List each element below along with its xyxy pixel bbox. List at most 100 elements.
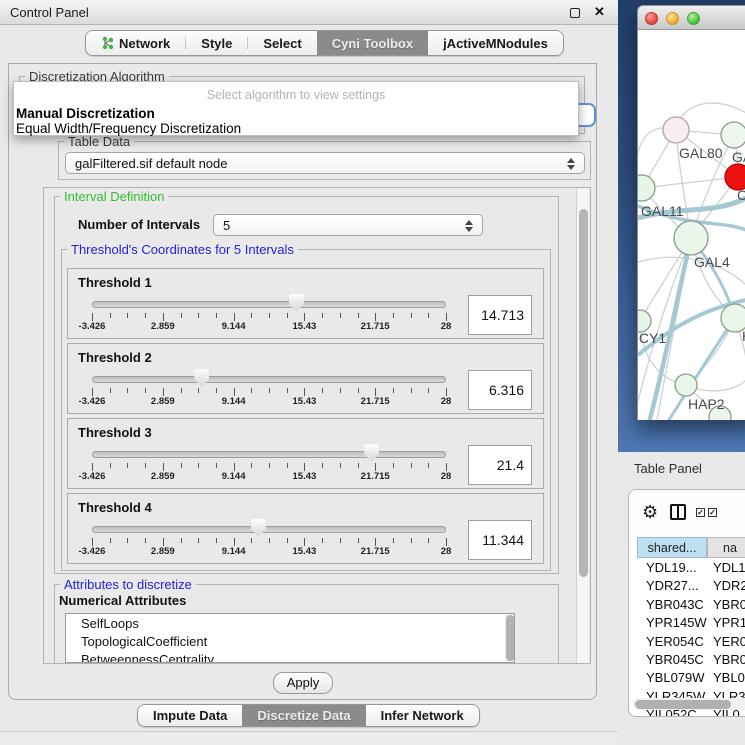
slider-tick <box>269 313 270 318</box>
slider-tick-label: 9.144 <box>222 396 246 407</box>
attribute-list-item[interactable]: SelfLoops <box>66 614 514 632</box>
tab-infer-network[interactable]: Infer Network <box>366 705 479 726</box>
tab-jactivemnodules[interactable]: jActiveMNodules <box>428 31 563 55</box>
apply-button[interactable]: Apply <box>273 672 333 694</box>
network-canvas[interactable]: GAL80GACGAL11GAL4GCY1HHAP2 <box>637 30 745 420</box>
checkbox-icon[interactable]: ✓ <box>708 508 717 517</box>
algorithm-option-manual[interactable]: Manual Discretization <box>16 106 155 121</box>
table-scrollbar-thumb[interactable] <box>635 700 731 709</box>
threshold-value-field[interactable]: 6.316 <box>468 370 532 410</box>
slider-tick <box>198 463 199 468</box>
slider-tick <box>198 313 199 318</box>
network-tab-icon <box>101 36 114 50</box>
slider-tick <box>428 538 429 543</box>
slider-tick <box>393 463 394 468</box>
tab-network[interactable]: Network <box>86 31 185 55</box>
tab-label: Impute Data <box>153 708 227 723</box>
algorithm-dropdown-popup: Select algorithm to view settings Manual… <box>13 81 579 136</box>
attribute-list-item[interactable]: TopologicalCoefficient <box>66 632 514 650</box>
slider-tick <box>145 463 146 468</box>
slider-tick <box>322 463 323 468</box>
threshold-label: Threshold 4 <box>78 500 152 515</box>
threshold-slider-track[interactable] <box>92 451 446 458</box>
slider-tick-label: 2.859 <box>151 396 175 407</box>
network-node[interactable] <box>638 175 655 201</box>
table-row[interactable]: YPR145WYPR1 <box>637 614 745 632</box>
slider-tick <box>322 538 323 543</box>
threshold-box: Threshold 1-3.4262.8599.14415.4321.71528… <box>67 268 544 339</box>
threshold-value-field[interactable]: 21.4 <box>468 445 532 485</box>
number-of-intervals-select[interactable]: 5 <box>213 214 483 236</box>
slider-tick <box>358 538 359 543</box>
numerical-attributes-list[interactable]: SelfLoopsTopologicalCoefficientBetweenne… <box>65 613 515 663</box>
threshold-slider-thumb[interactable] <box>364 444 379 462</box>
settings-scrollbar-thumb[interactable] <box>579 209 588 577</box>
threshold-slider-thumb[interactable] <box>251 519 266 537</box>
slider-tick <box>216 538 217 543</box>
network-node[interactable] <box>721 122 745 148</box>
threshold-slider-thumb[interactable] <box>194 369 209 387</box>
slider-tick <box>251 538 252 543</box>
tab-cyni-toolbox[interactable]: Cyni Toolbox <box>317 31 428 55</box>
network-node[interactable] <box>674 221 708 255</box>
network-node[interactable] <box>663 117 689 143</box>
slider-tick-label: 2.859 <box>151 471 175 482</box>
close-icon[interactable]: ✕ <box>594 4 605 20</box>
tab-impute-data[interactable]: Impute Data <box>138 705 242 726</box>
table-horizontal-scrollbar[interactable] <box>633 698 745 710</box>
threshold-box: Threshold 3-3.4262.8599.14415.4321.71528… <box>67 418 544 489</box>
slider-tick-label: 9.144 <box>222 546 246 557</box>
attributes-scrollbar[interactable] <box>505 614 515 662</box>
settings-scrollbar[interactable] <box>576 189 589 663</box>
network-node-label: C <box>737 187 745 203</box>
slider-tick <box>234 313 235 321</box>
checkbox-icon[interactable]: ✓ <box>696 508 705 517</box>
threshold-slider-thumb[interactable] <box>289 294 304 312</box>
table-row[interactable]: YBR045CYBR0 <box>637 651 745 669</box>
table-column-header[interactable]: na <box>707 537 745 558</box>
table-cell: YBL0 <box>707 669 745 687</box>
tab-discretize-data[interactable]: Discretize Data <box>242 705 365 726</box>
algorithm-option-equal-width[interactable]: Equal Width/Frequency Discretization <box>16 121 241 136</box>
close-traffic-light-icon[interactable] <box>645 12 658 25</box>
minimize-traffic-light-icon[interactable] <box>666 12 679 25</box>
network-edge[interactable] <box>642 177 738 188</box>
slider-tick <box>234 388 235 396</box>
slider-tick <box>145 388 146 393</box>
float-window-icon[interactable] <box>570 8 580 18</box>
slider-tick <box>446 463 447 471</box>
network-node-label: GAL4 <box>694 254 730 270</box>
slider-tick-label: 21.715 <box>361 546 390 557</box>
interval-definition-group: Interval Definition Number of Intervals … <box>54 196 559 574</box>
table-row[interactable]: YER054CYER0 <box>637 633 745 651</box>
attribute-list-item[interactable]: BetweennessCentrality <box>66 650 514 663</box>
network-node[interactable] <box>638 310 651 332</box>
slider-tick <box>181 463 182 468</box>
slider-tick-label: -3.426 <box>79 471 106 482</box>
zoom-traffic-light-icon[interactable] <box>687 12 700 25</box>
tab-style[interactable]: Style <box>186 31 247 55</box>
slider-tick <box>287 313 288 318</box>
slider-tick-label: 15.43 <box>293 471 317 482</box>
table-row[interactable]: YBL079WYBL0 <box>637 669 745 687</box>
table-column-header[interactable]: shared... <box>637 537 707 558</box>
slider-tick <box>428 388 429 393</box>
threshold-slider-track[interactable] <box>92 526 446 533</box>
threshold-value-field[interactable]: 14.713 <box>468 295 532 335</box>
threshold-slider-track[interactable] <box>92 376 446 383</box>
column-browser-icon[interactable] <box>670 504 686 520</box>
table-row[interactable]: YDL19...YDL1 <box>637 559 745 577</box>
slider-tick <box>127 388 128 393</box>
tab-label: Discretize Data <box>257 708 350 723</box>
attributes-group: Attributes to discretize Numerical Attri… <box>54 584 559 664</box>
table-row[interactable]: YBR043CYBR0 <box>637 596 745 614</box>
network-node[interactable] <box>675 374 697 396</box>
threshold-slider-track[interactable] <box>92 301 446 308</box>
slider-tick-label: 15.43 <box>293 396 317 407</box>
tab-select[interactable]: Select <box>248 31 316 55</box>
table-row[interactable]: YDR27...YDR2 <box>637 577 745 595</box>
threshold-value-field[interactable]: 11.344 <box>468 520 532 560</box>
table-data-select[interactable]: galFiltered.sif default node <box>65 152 585 174</box>
slider-tick <box>411 538 412 543</box>
gear-icon[interactable]: ⚙ <box>642 502 658 522</box>
